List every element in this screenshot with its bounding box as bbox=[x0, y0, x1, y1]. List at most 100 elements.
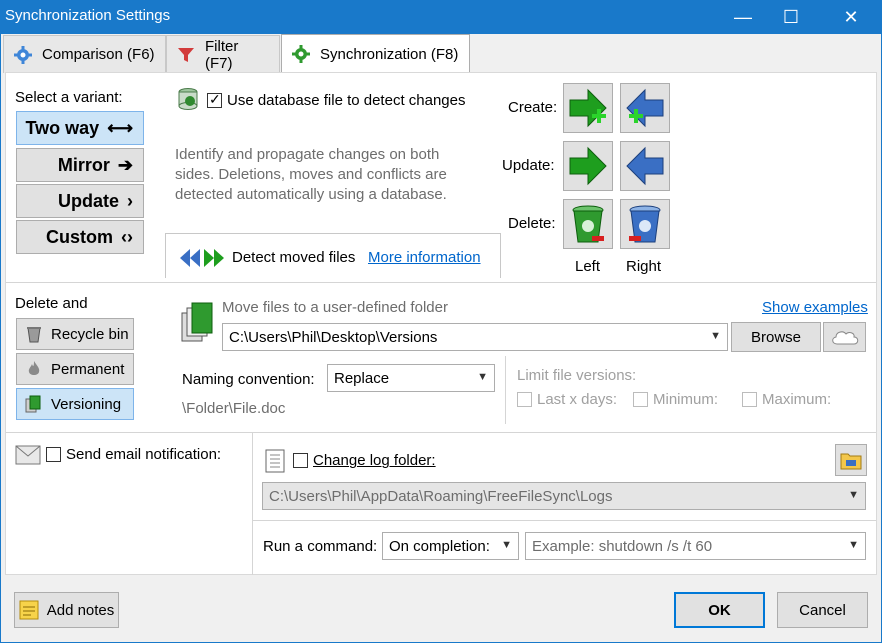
run-command-when-select[interactable]: On completion: ▼ bbox=[382, 532, 519, 560]
cancel-label: Cancel bbox=[799, 601, 846, 619]
delete-label: Delete: bbox=[508, 215, 556, 232]
gear-blue-icon bbox=[14, 45, 32, 64]
open-log-folder-button[interactable] bbox=[835, 444, 867, 476]
chevron-down-icon[interactable]: ▼ bbox=[710, 330, 721, 342]
envelope-icon bbox=[15, 445, 41, 465]
detect-moved-label: Detect moved files bbox=[232, 249, 356, 266]
delete-left-button[interactable] bbox=[563, 199, 613, 249]
tab-label: Filter (F7) bbox=[205, 37, 239, 72]
update-left-button[interactable] bbox=[563, 141, 613, 191]
minimum-option[interactable]: Minimum: bbox=[633, 391, 718, 408]
moved-files-arrows-icon bbox=[178, 247, 226, 269]
delete-right-button[interactable] bbox=[620, 199, 670, 249]
database-icon bbox=[177, 87, 199, 113]
close-button[interactable]: ✕ bbox=[828, 0, 874, 34]
add-notes-button[interactable]: Add notes bbox=[14, 592, 119, 628]
cloud-button[interactable] bbox=[823, 322, 866, 352]
last-days-checkbox[interactable] bbox=[517, 392, 532, 407]
email-checkbox[interactable] bbox=[46, 447, 61, 462]
database-option[interactable]: Use database file to detect changes bbox=[207, 91, 466, 109]
notes-icon bbox=[19, 600, 39, 620]
database-checkbox[interactable] bbox=[207, 91, 222, 108]
create-left-button[interactable] bbox=[563, 83, 613, 133]
separator bbox=[252, 433, 253, 575]
show-examples-link[interactable]: Show examples bbox=[762, 299, 868, 316]
maximize-button[interactable]: ☐ bbox=[768, 0, 814, 34]
variant-custom-button[interactable]: Custom ‹› bbox=[16, 220, 144, 254]
last-days-option[interactable]: Last x days: bbox=[517, 391, 617, 408]
log-file-icon bbox=[262, 449, 288, 473]
folder-icon bbox=[840, 453, 862, 470]
tab-comparison[interactable]: Comparison (F6) bbox=[3, 35, 166, 73]
update-right-arrow-icon bbox=[569, 146, 607, 186]
browse-button[interactable]: Browse bbox=[731, 322, 821, 352]
variant-mirror-button[interactable]: Mirror ➔ bbox=[16, 148, 144, 182]
maximum-label: Maximum: bbox=[762, 391, 832, 408]
tab-synchronization[interactable]: Synchronization (F8) bbox=[281, 34, 470, 73]
variant-two-way-button[interactable]: Two way ⟷ bbox=[16, 111, 144, 145]
versioning-folder-icon bbox=[180, 301, 214, 347]
cloud-icon bbox=[831, 331, 858, 345]
minimize-button[interactable]: — bbox=[720, 0, 766, 34]
separator bbox=[6, 282, 876, 283]
chevron-down-icon: ▼ bbox=[477, 371, 488, 383]
window-title: Synchronization Settings bbox=[5, 7, 171, 24]
log-folder-label: Change log folder: bbox=[313, 452, 436, 469]
more-information-link[interactable]: More information bbox=[368, 249, 481, 266]
funnel-icon bbox=[177, 46, 195, 64]
tab-label: Synchronization (F8) bbox=[320, 45, 459, 63]
permanent-button[interactable]: Permanent bbox=[16, 353, 134, 385]
naming-convention-select[interactable]: Replace ▼ bbox=[327, 364, 495, 392]
recycle-bin-button[interactable]: Recycle bin bbox=[16, 318, 134, 350]
variant-heading: Select a variant: bbox=[15, 89, 123, 106]
variant-label: Mirror bbox=[57, 154, 110, 175]
title-bar: Synchronization Settings — ☐ ✕ bbox=[0, 0, 882, 34]
code-brackets-icon: ‹› bbox=[121, 226, 133, 247]
log-folder-option[interactable]: Change log folder: bbox=[293, 452, 436, 469]
variant-label: Two way bbox=[25, 117, 100, 138]
variant-update-button[interactable]: Update › bbox=[16, 184, 144, 218]
recycle-bin-blue-icon bbox=[629, 205, 661, 243]
create-right-arrow-icon bbox=[569, 88, 607, 128]
maximum-option[interactable]: Maximum: bbox=[742, 391, 831, 408]
chevron-down-icon[interactable]: ▼ bbox=[848, 539, 859, 551]
update-label: Update: bbox=[502, 157, 555, 174]
naming-example: \Folder\File.doc bbox=[182, 400, 286, 417]
versioning-hint: Move files to a user-defined folder bbox=[222, 299, 448, 316]
chevron-down-icon: ▼ bbox=[848, 489, 859, 501]
variant-description: Identify and propagate changes on both s… bbox=[175, 146, 447, 203]
versioning-path-value: C:\Users\Phil\Desktop\Versions bbox=[229, 328, 438, 346]
minimum-checkbox[interactable] bbox=[633, 392, 648, 407]
maximum-checkbox[interactable] bbox=[742, 392, 757, 407]
recycle-bin-label: Recycle bin bbox=[51, 325, 129, 343]
create-right-button[interactable] bbox=[620, 83, 670, 133]
ok-label: OK bbox=[708, 601, 731, 619]
add-notes-label: Add notes bbox=[46, 601, 115, 619]
right-arrow-icon: ➔ bbox=[117, 154, 133, 175]
limit-versions-label: Limit file versions: bbox=[517, 367, 637, 384]
versioning-label: Versioning bbox=[51, 395, 122, 413]
log-folder-checkbox[interactable] bbox=[293, 453, 308, 468]
update-left-arrow-icon bbox=[626, 146, 664, 186]
flame-icon bbox=[25, 360, 43, 378]
versioning-icon bbox=[25, 395, 43, 413]
variant-label: Custom bbox=[46, 226, 113, 247]
email-option[interactable]: Send email notification: bbox=[46, 446, 221, 463]
gear-green-icon bbox=[292, 45, 310, 63]
create-left-arrow-icon bbox=[626, 88, 664, 128]
last-days-label: Last x days: bbox=[537, 391, 618, 408]
left-label: Left bbox=[575, 258, 601, 275]
cancel-button[interactable]: Cancel bbox=[777, 592, 868, 628]
tab-filter[interactable]: Filter (F7) bbox=[166, 35, 280, 73]
chevron-right-icon: › bbox=[127, 190, 133, 211]
run-command-when-value: On completion: bbox=[389, 537, 490, 555]
versioning-button[interactable]: Versioning bbox=[16, 388, 134, 420]
versioning-path-input[interactable]: C:\Users\Phil\Desktop\Versions ▼ bbox=[222, 323, 728, 351]
ok-button[interactable]: OK bbox=[674, 592, 765, 628]
chevron-down-icon: ▼ bbox=[501, 539, 512, 551]
browse-label: Browse bbox=[750, 328, 802, 346]
update-right-button[interactable] bbox=[620, 141, 670, 191]
run-command-input[interactable]: Example: shutdown /s /t 60 ▼ bbox=[525, 532, 866, 560]
separator bbox=[505, 356, 506, 424]
deletion-heading: Delete and bbox=[15, 295, 88, 312]
